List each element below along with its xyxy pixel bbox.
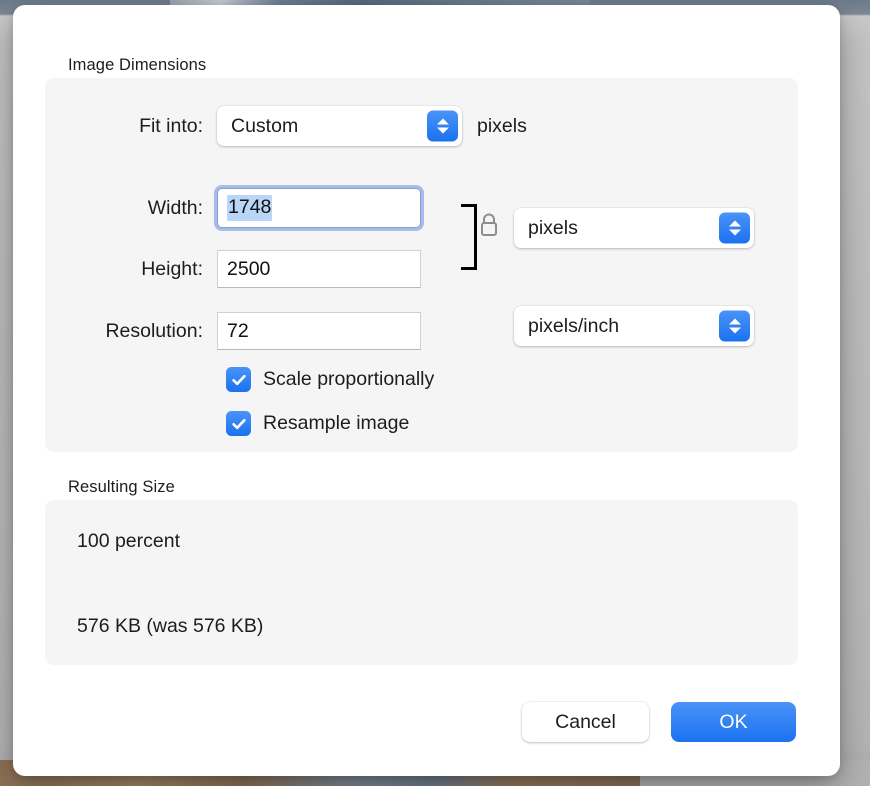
resample-image-checkbox-row[interactable]: Resample image [226,411,409,436]
resolution-unit-value: pixels/inch [514,315,619,338]
width-input[interactable]: 1748 [217,188,421,228]
image-dimensions-caption: Image Dimensions [68,56,206,75]
checkmark-icon[interactable] [226,411,251,436]
up-down-chevron-icon[interactable] [719,311,750,342]
up-down-chevron-icon[interactable] [719,213,750,244]
ok-button[interactable]: OK [671,702,796,742]
height-value: 2500 [227,258,270,281]
scale-proportionally-label: Scale proportionally [263,368,434,391]
height-row: Height: 2500 [68,249,798,289]
resulting-percent-text: 100 percent [77,530,180,553]
resulting-size-text: 576 KB (was 576 KB) [77,615,263,638]
height-input[interactable]: 2500 [217,250,421,288]
resulting-size-caption: Resulting Size [68,478,175,497]
width-value: 1748 [227,195,272,221]
fit-into-label: Fit into: [68,115,203,138]
fit-into-row: Fit into: Custom pixels [68,105,798,147]
fit-into-value: Custom [217,115,298,138]
height-label: Height: [68,258,203,281]
checkmark-icon[interactable] [226,367,251,392]
resample-image-label: Resample image [263,412,409,435]
image-dimensions-dialog: Image Dimensions Fit into: Custom pixels… [13,5,840,776]
resolution-value: 72 [227,320,249,343]
dimension-unit-value: pixels [514,217,578,240]
dimension-unit-dropdown[interactable]: pixels [514,208,754,248]
resolution-input[interactable]: 72 [217,312,421,350]
scale-proportionally-checkbox-row[interactable]: Scale proportionally [226,367,434,392]
width-label: Width: [68,197,203,220]
up-down-chevron-icon[interactable] [427,111,458,142]
dimension-link-bracket [461,204,477,270]
lock-closed-icon [478,211,500,244]
resolution-unit-dropdown[interactable]: pixels/inch [514,306,754,346]
fit-into-dropdown[interactable]: Custom [217,106,462,146]
resolution-label: Resolution: [68,320,203,343]
fit-into-unit-suffix: pixels [477,115,527,138]
cancel-button[interactable]: Cancel [522,702,649,742]
resulting-size-group-box [45,500,798,665]
